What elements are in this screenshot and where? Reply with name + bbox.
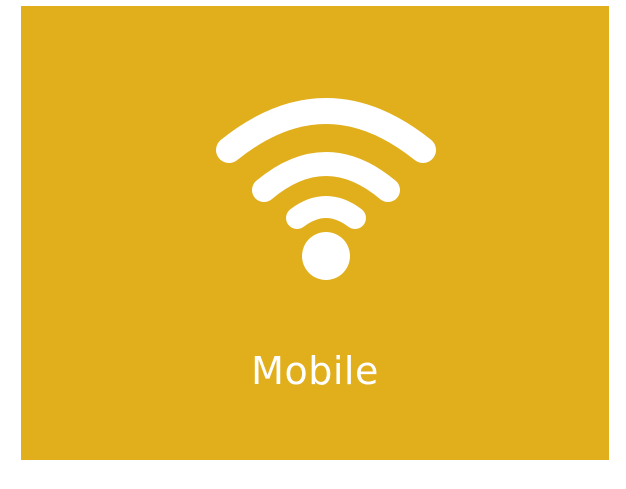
wifi-arc-middle [252, 152, 400, 202]
mobile-tile[interactable]: Mobile [21, 6, 609, 460]
tile-label: Mobile [251, 349, 379, 393]
wifi-arc-outer [216, 98, 436, 163]
wifi-dot [302, 232, 350, 280]
wifi-arc-inner [286, 196, 366, 229]
wifi-icon [216, 98, 436, 280]
